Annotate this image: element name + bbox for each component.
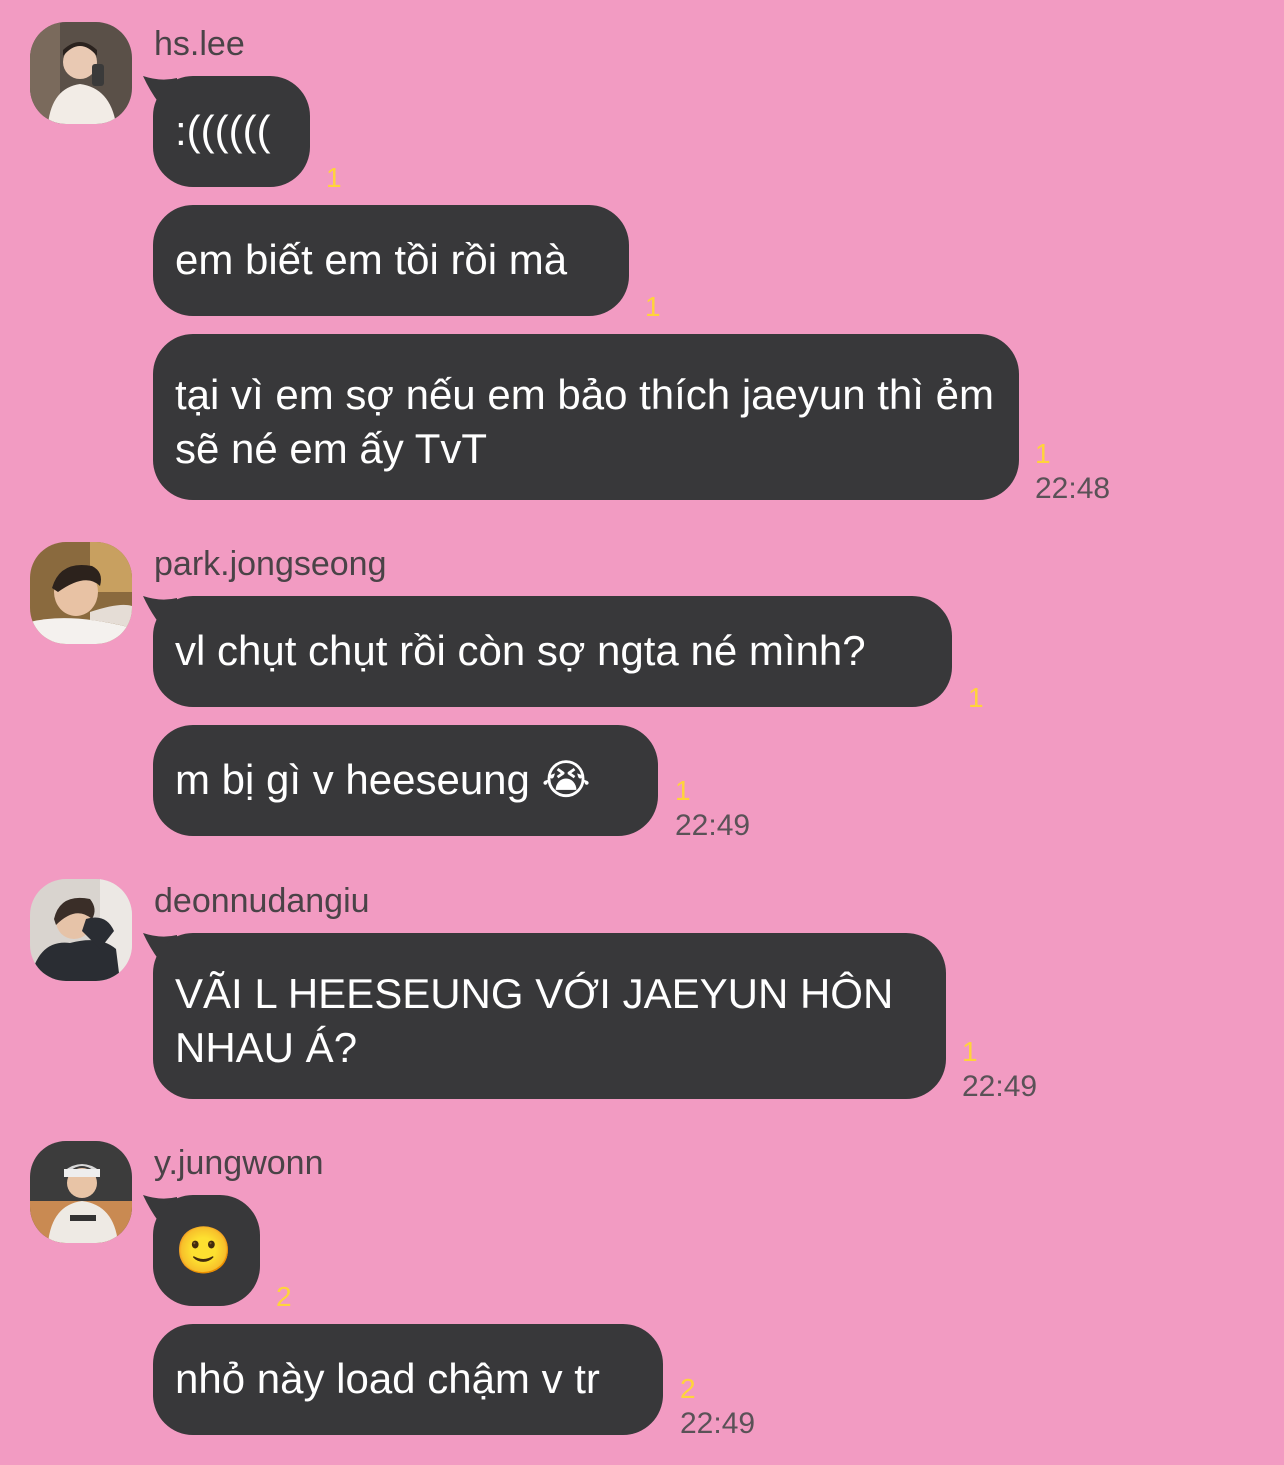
message-text: :(((((( bbox=[175, 107, 271, 154]
unread-count: 1 bbox=[1035, 438, 1051, 469]
unread-count: 1 bbox=[645, 291, 661, 322]
message-bubble[interactable]: vl chụt chụt rồi còn sợ ngta né mình? bbox=[153, 596, 952, 707]
username: deonnudangiu bbox=[154, 882, 370, 920]
message-text: em biết em tồi rồi mà bbox=[175, 236, 568, 283]
message-bubble[interactable]: :(((((( bbox=[153, 76, 310, 187]
message-text: VÃI L HEESEUNG VỚI JAEYUN HÔN NHAU Á? bbox=[175, 970, 905, 1071]
unread-count: 2 bbox=[680, 1373, 696, 1404]
avatar-park-jongseong[interactable] bbox=[30, 542, 132, 644]
message-bubble[interactable]: m bị gì v heeseung 😭 bbox=[153, 725, 658, 836]
username: hs.lee bbox=[154, 25, 245, 63]
message-text: tại vì em sợ nếu em bảo thích jaeyun thì… bbox=[175, 371, 1006, 472]
username: y.jungwonn bbox=[154, 1144, 324, 1182]
message-text: 🙂 bbox=[175, 1224, 233, 1276]
avatar-deonnudangiu[interactable] bbox=[30, 879, 132, 981]
message-bubble[interactable]: 🙂 bbox=[153, 1195, 260, 1306]
message-bubble[interactable]: nhỏ này load chậm v tr bbox=[153, 1324, 663, 1435]
unread-count: 2 bbox=[276, 1281, 292, 1312]
profile-photo bbox=[30, 542, 132, 644]
profile-photo bbox=[30, 1141, 132, 1243]
message-time: 22:49 bbox=[962, 1070, 1038, 1103]
message-text: vl chụt chụt rồi còn sợ ngta né mình? bbox=[175, 627, 866, 674]
unread-count: 1 bbox=[962, 1036, 978, 1067]
message-bubble[interactable]: VÃI L HEESEUNG VỚI JAEYUN HÔN NHAU Á? bbox=[153, 933, 946, 1099]
message-time: 22:48 bbox=[1035, 472, 1111, 505]
message-text: m bị gì v heeseung 😭 bbox=[175, 756, 591, 803]
message-bubble[interactable]: em biết em tồi rồi mà bbox=[153, 205, 629, 316]
unread-count: 1 bbox=[326, 162, 342, 193]
unread-count: 1 bbox=[675, 775, 691, 806]
message-time: 22:49 bbox=[680, 1407, 756, 1440]
message-time: 22:49 bbox=[675, 809, 751, 842]
avatar-hs-lee[interactable] bbox=[30, 22, 132, 124]
profile-photo bbox=[30, 879, 132, 981]
unread-count: 1 bbox=[968, 682, 984, 713]
message-text: nhỏ này load chậm v tr bbox=[175, 1355, 600, 1402]
avatar-y-jungwonn[interactable] bbox=[30, 1141, 132, 1243]
username: park.jongseong bbox=[154, 545, 387, 583]
profile-photo bbox=[30, 22, 132, 124]
message-bubble[interactable]: tại vì em sợ nếu em bảo thích jaeyun thì… bbox=[153, 334, 1019, 500]
